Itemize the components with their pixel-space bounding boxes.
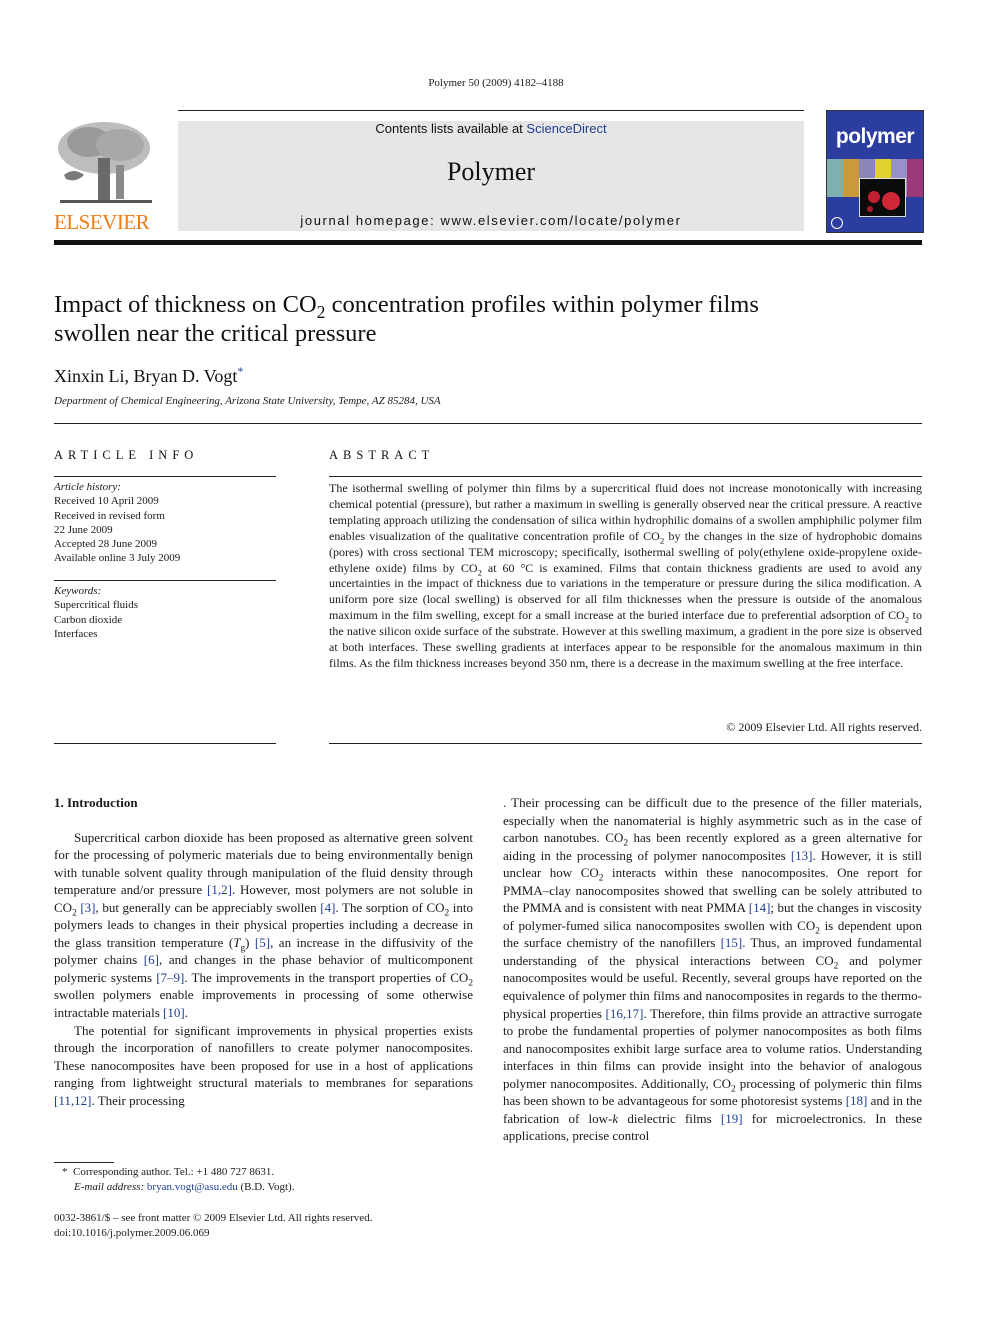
elsevier-logo[interactable]: ELSEVIER (54, 120, 156, 234)
cover-inset-micrograph (859, 178, 906, 217)
abstract-copyright: © 2009 Elsevier Ltd. All rights reserved… (726, 720, 922, 734)
article-info-rule (54, 580, 276, 581)
email-label: E-mail address: (74, 1181, 145, 1193)
elsevier-wordmark: ELSEVIER (54, 210, 150, 234)
history-item: Received 10 April 2009 (54, 495, 159, 508)
history-item: Received in revised form (54, 509, 165, 522)
journal-banner: Contents lists available at ScienceDirec… (178, 121, 804, 231)
reference-link[interactable]: [13] (791, 848, 813, 863)
front-matter: 0032-3861/$ – see front matter © 2009 El… (54, 1211, 372, 1241)
email-suffix: (B.D. Vogt). (237, 1181, 295, 1193)
cover-badge-icon (831, 217, 843, 229)
corresponding-author-mark[interactable]: * (237, 364, 243, 378)
footnote-rule (54, 1162, 114, 1163)
issn-line: 0032-3861/$ – see front matter © 2009 El… (54, 1212, 373, 1224)
reference-link[interactable]: [4] (320, 900, 335, 915)
article-info-heading: ARTICLE INFO (54, 448, 199, 462)
doi[interactable]: doi:10.1016/j.polymer.2009.06.069 (54, 1226, 372, 1241)
section-heading: 1. Introduction (54, 795, 138, 810)
header-rule (178, 110, 804, 111)
paragraph: The potential for significant improvemen… (54, 1022, 473, 1108)
body-column-right: . Their processing can be difficult due … (503, 794, 922, 1145)
journal-homepage[interactable]: journal homepage: www.elsevier.com/locat… (178, 213, 804, 228)
journal-name: Polymer (446, 157, 536, 186)
keywords-label: Keywords: (54, 585, 102, 597)
abstract-rule (329, 743, 922, 744)
section-rule (54, 423, 922, 424)
cover-title: polymer (835, 125, 915, 148)
history-label: Article history: (54, 481, 121, 493)
abstract-rule (329, 476, 922, 477)
elsevier-tree-icon (58, 122, 152, 203)
authors-text: Xinxin Li, Bryan D. Vogt (54, 366, 238, 386)
article-info-rule (54, 476, 276, 477)
contents-availability: Contents lists available at ScienceDirec… (178, 121, 804, 136)
paragraph: Supercritical carbon dioxide has been pr… (54, 829, 474, 1021)
reference-link[interactable]: [5] (255, 935, 270, 950)
footnote: * Corresponding author. Tel.: +1 480 727… (62, 1165, 294, 1195)
reference-link[interactable]: [3] (80, 900, 95, 915)
reference-link[interactable]: [19] (721, 1111, 743, 1126)
article-info-rule (54, 743, 276, 744)
contents-prefix: Contents lists available at (375, 121, 527, 136)
reference-link[interactable]: [16,17] (606, 1006, 644, 1021)
sciencedirect-link[interactable]: ScienceDirect (526, 121, 606, 136)
reference-link[interactable]: [10] (163, 1005, 185, 1020)
history-item: 22 June 2009 (54, 523, 113, 536)
keyword-item: Supercritical fluids (54, 599, 139, 612)
title-text: Impact of thickness on CO (54, 291, 317, 318)
body-column-left: 1. Introduction Supercritical carbon dio… (54, 794, 473, 1109)
article-history: Article history: Received 10 April 2009 … (54, 480, 276, 566)
reference-link[interactable]: [15] (721, 935, 743, 950)
abstract-text: The isothermal swelling of polymer thin … (329, 481, 923, 670)
keywords: Keywords: Supercritical fluids Carbon di… (54, 584, 276, 641)
reference-link[interactable]: [7–9] (156, 970, 184, 985)
reference-link[interactable]: [14] (749, 900, 771, 915)
author-list: Xinxin Li, Bryan D. Vogt* (54, 364, 243, 387)
affiliation: Department of Chemical Engineering, Ariz… (54, 395, 441, 407)
footnote-mark: * (62, 1166, 68, 1178)
email-link[interactable]: bryan.vogt@asu.edu (147, 1181, 238, 1193)
header-thick-rule (54, 240, 922, 245)
keyword-item: Interfaces (54, 627, 98, 640)
journal-cover-image[interactable]: polymer (826, 110, 924, 233)
journal-citation: Polymer 50 (2009) 4182–4188 (428, 77, 564, 89)
abstract-heading: ABSTRACT (329, 448, 435, 462)
reference-link[interactable]: [6] (144, 952, 159, 967)
footnote-text: Corresponding author. Tel.: +1 480 727 8… (73, 1166, 275, 1178)
history-item: Available online 3 July 2009 (54, 552, 181, 565)
history-item: Accepted 28 June 2009 (54, 538, 157, 551)
reference-link[interactable]: [1,2] (207, 882, 232, 897)
paragraph-continued: . Their processing can be difficult due … (503, 795, 923, 1144)
reference-link[interactable]: [18] (846, 1093, 868, 1108)
article-title: Impact of thickness on CO2 concentration… (54, 290, 814, 348)
keyword-item: Carbon dioxide (54, 613, 123, 626)
reference-link[interactable]: [11,12] (54, 1093, 91, 1108)
